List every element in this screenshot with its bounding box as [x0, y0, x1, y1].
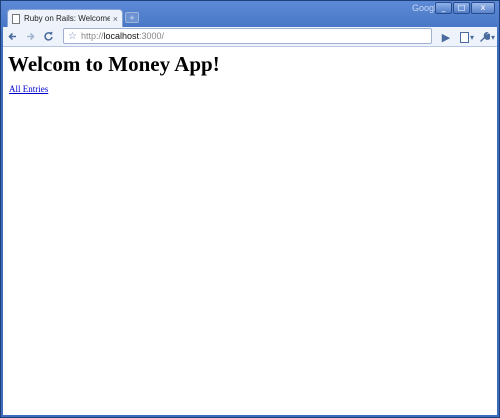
browser-tab[interactable]: Ruby on Rails: Welcome ab... × [7, 9, 123, 27]
forward-button[interactable] [21, 29, 39, 45]
window-controls: _ □ x [435, 2, 495, 14]
back-button[interactable] [3, 29, 21, 45]
minimize-button[interactable]: _ [435, 2, 452, 14]
page-content: Welcom to Money App! All Entries [3, 47, 497, 415]
page-icon [12, 13, 20, 24]
wrench-icon [479, 31, 490, 42]
all-entries-link[interactable]: All Entries [9, 84, 48, 94]
url-scheme: http:// [80, 31, 104, 41]
maximize-button[interactable]: □ [453, 2, 470, 14]
arrow-right-icon [26, 32, 35, 41]
tab-close-icon[interactable]: × [113, 14, 118, 24]
address-bar[interactable]: ☆ http://localhost:3000/ [63, 28, 432, 44]
reload-button[interactable] [39, 29, 57, 45]
new-tab-button[interactable]: + [125, 12, 139, 23]
close-window-button[interactable]: x [471, 2, 495, 14]
toolbar: ☆ http://localhost:3000/ ▶ ▾ ▾ [3, 27, 497, 47]
go-button[interactable]: ▶ [437, 29, 455, 45]
browser-window: Google _ □ x Ruby on Rails: Welcome ab..… [0, 0, 500, 418]
page-icon [459, 31, 469, 43]
reload-icon [43, 31, 53, 41]
tab-title: Ruby on Rails: Welcome ab... [24, 14, 110, 23]
url-path: :3000/ [139, 31, 165, 41]
wrench-menu-button[interactable]: ▾ [478, 29, 496, 45]
chevron-down-icon: ▾ [469, 32, 474, 42]
page-menu-button[interactable]: ▾ [458, 29, 476, 45]
bookmark-star-icon[interactable]: ☆ [68, 31, 77, 42]
url-host: localhost [103, 31, 140, 41]
chevron-down-icon: ▾ [490, 32, 495, 42]
url-text: http://localhost:3000/ [81, 31, 164, 41]
arrow-left-icon [7, 32, 16, 41]
page-heading: Welcom to Money App! [8, 52, 220, 76]
